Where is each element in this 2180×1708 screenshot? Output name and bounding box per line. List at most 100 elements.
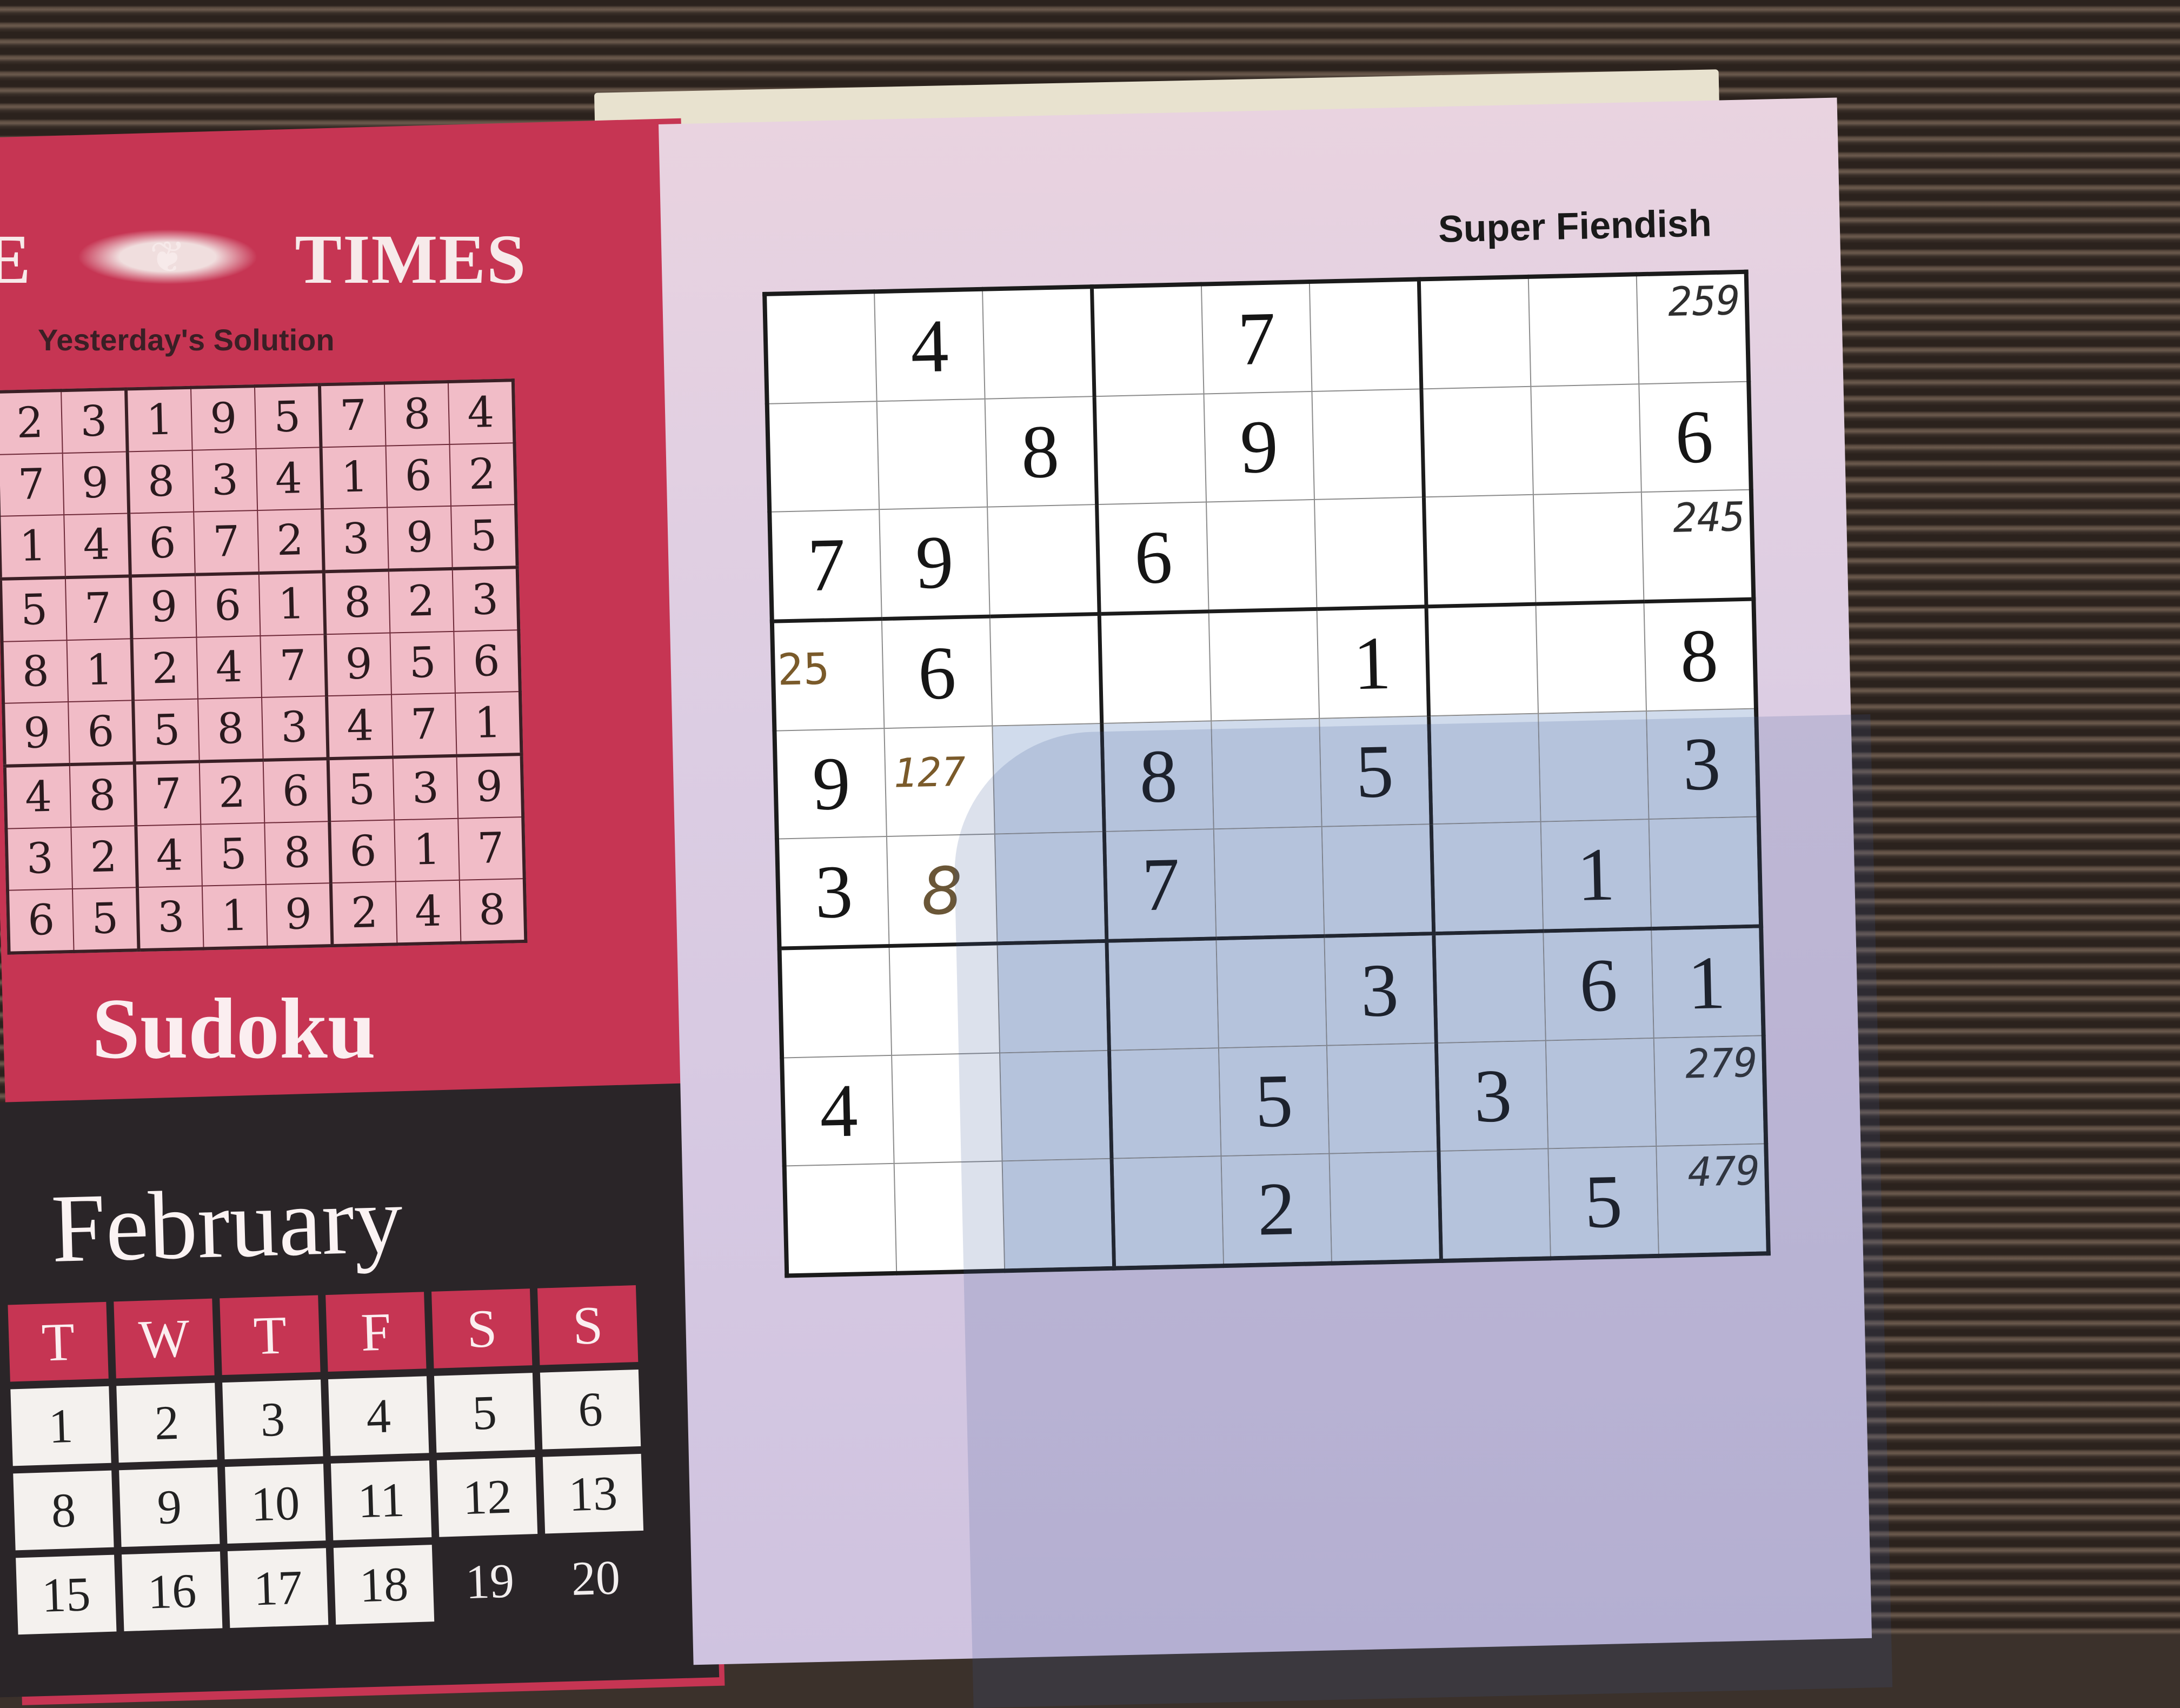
puzzle-cell[interactable]: 7 bbox=[769, 509, 882, 622]
puzzle-cell[interactable] bbox=[876, 398, 988, 510]
solution-cell: 5 bbox=[0, 577, 67, 642]
pencil-mark: 259 bbox=[1667, 277, 1741, 325]
puzzle-cell[interactable]: 6 bbox=[1639, 381, 1751, 493]
puzzle-cell[interactable]: 4 bbox=[782, 1055, 894, 1166]
calendar-weekday: T bbox=[8, 1301, 109, 1382]
puzzle-cell[interactable] bbox=[1094, 394, 1207, 505]
puzzle-cell[interactable]: 8 bbox=[1644, 599, 1756, 712]
puzzle-cell[interactable] bbox=[1533, 492, 1644, 604]
hand-shadow bbox=[951, 714, 1893, 1708]
puzzle-cell[interactable] bbox=[1092, 284, 1204, 397]
solution-cell: 6 bbox=[195, 573, 261, 637]
puzzle-cell[interactable] bbox=[779, 946, 892, 1058]
solution-cell: 6 bbox=[329, 820, 396, 883]
puzzle-cell[interactable] bbox=[1312, 389, 1424, 500]
puzzle-cell[interactable]: 9 bbox=[879, 507, 990, 619]
given-digit: 6 bbox=[917, 630, 957, 716]
puzzle-cell[interactable] bbox=[1528, 274, 1639, 387]
given-digit: 9 bbox=[811, 741, 852, 826]
calendar-weekday: S bbox=[537, 1285, 639, 1365]
solution-cell: 9 bbox=[265, 883, 333, 947]
solution-cell: 3 bbox=[262, 696, 328, 760]
calendar-day: 5 bbox=[434, 1373, 535, 1453]
month-label: February bbox=[50, 1165, 404, 1283]
puzzle-cell[interactable]: 9 bbox=[774, 728, 887, 839]
calendar-day: 20 bbox=[570, 1550, 621, 1606]
solution-row: 79834162 bbox=[0, 443, 516, 516]
puzzle-cell[interactable]: 245 bbox=[1641, 489, 1754, 602]
puzzle-cell[interactable] bbox=[1419, 276, 1531, 389]
solution-cell: 4 bbox=[395, 880, 461, 945]
puzzle-cell[interactable]: 1 bbox=[1317, 606, 1429, 719]
puzzle-cell[interactable] bbox=[765, 291, 877, 404]
solution-cell: 1 bbox=[126, 387, 192, 452]
royal-crest-icon: ❦ bbox=[70, 227, 265, 287]
puzzle-cell[interactable] bbox=[1424, 494, 1536, 607]
solution-cell: 5 bbox=[72, 887, 139, 952]
puzzle-cell[interactable] bbox=[1426, 604, 1539, 716]
solution-cell: 5 bbox=[451, 504, 517, 569]
masthead-tail: TIMES bbox=[295, 221, 527, 298]
puzzle-cell[interactable]: 4 bbox=[874, 289, 985, 402]
puzzle-cell[interactable] bbox=[1099, 611, 1212, 723]
puzzle-cell[interactable] bbox=[767, 401, 880, 512]
puzzle-cell[interactable] bbox=[1421, 386, 1533, 497]
puzzle-cell[interactable]: 7 bbox=[1201, 282, 1312, 394]
puzzle-cell[interactable]: 8 bbox=[985, 396, 1097, 507]
solution-row: 23195784 bbox=[0, 380, 515, 455]
puzzle-cell[interactable] bbox=[1314, 497, 1427, 609]
calendar-day: 16 bbox=[122, 1551, 223, 1632]
solution-cell: 9 bbox=[130, 574, 197, 639]
calendar-weekday: W bbox=[114, 1298, 215, 1379]
solution-cell: 3 bbox=[61, 389, 128, 454]
puzzle-cell[interactable] bbox=[784, 1163, 897, 1276]
solution-cell: 8 bbox=[264, 821, 331, 885]
calendar-day: 2 bbox=[116, 1383, 217, 1463]
puzzle-cell[interactable]: 9 bbox=[1204, 391, 1314, 502]
calendar-weekday: T bbox=[220, 1295, 321, 1375]
section-label: Sudoku bbox=[92, 980, 376, 1076]
calendar-day: 4 bbox=[328, 1376, 429, 1456]
solution-cell: 6 bbox=[7, 888, 74, 953]
solution-cell: 9 bbox=[325, 633, 391, 696]
given-digit: 9 bbox=[1239, 404, 1279, 489]
solution-cell: 2 bbox=[71, 826, 137, 889]
puzzle-cell[interactable]: 6 bbox=[881, 616, 993, 729]
calendar-day: 15 bbox=[16, 1554, 117, 1635]
solution-row: 48726539 bbox=[4, 754, 523, 829]
puzzle-cell[interactable]: 3 bbox=[776, 836, 889, 949]
puzzle-cell[interactable] bbox=[1536, 601, 1647, 714]
puzzle-cell[interactable] bbox=[1531, 384, 1641, 495]
puzzle-cell[interactable] bbox=[982, 287, 1095, 399]
puzzle-cell[interactable] bbox=[1309, 279, 1421, 391]
solution-cell: 8 bbox=[323, 570, 390, 635]
solution-cell: 4 bbox=[326, 694, 393, 759]
solution-cell: 2 bbox=[257, 509, 324, 573]
solution-cell: 3 bbox=[452, 567, 519, 632]
solution-cell: 6 bbox=[68, 700, 135, 765]
solution-row: 65319248 bbox=[7, 879, 526, 953]
calendar-day: 12 bbox=[436, 1457, 538, 1537]
puzzle-cell[interactable] bbox=[987, 504, 1100, 617]
solution-cell: 1 bbox=[67, 639, 134, 702]
puzzle-cell[interactable]: 25 bbox=[772, 619, 885, 731]
puzzle-cell[interactable] bbox=[1206, 499, 1317, 612]
solution-cell: 2 bbox=[131, 637, 198, 701]
solution-cell: 4 bbox=[448, 380, 515, 444]
calendar-day: 19 bbox=[464, 1553, 515, 1609]
puzzle-cell[interactable]: 6 bbox=[1096, 502, 1209, 614]
solution-cell: 9 bbox=[62, 451, 129, 515]
puzzle-row: 7 9 6 245 bbox=[769, 489, 1754, 622]
solution-cell: 5 bbox=[254, 384, 321, 449]
solution-cell: 7 bbox=[0, 453, 64, 516]
given-digit: 7 bbox=[1237, 296, 1277, 381]
solution-cell: 2 bbox=[0, 390, 63, 455]
puzzle-cell[interactable]: 259 bbox=[1636, 271, 1749, 384]
calendar-weekday: F bbox=[325, 1292, 427, 1372]
solution-cell: 7 bbox=[260, 634, 327, 697]
solution-cell: 2 bbox=[199, 760, 265, 825]
puzzle-cell[interactable] bbox=[989, 614, 1102, 726]
solution-cell: 4 bbox=[4, 765, 71, 829]
puzzle-cell[interactable] bbox=[1208, 609, 1320, 721]
calendar-day: 18 bbox=[333, 1545, 435, 1625]
